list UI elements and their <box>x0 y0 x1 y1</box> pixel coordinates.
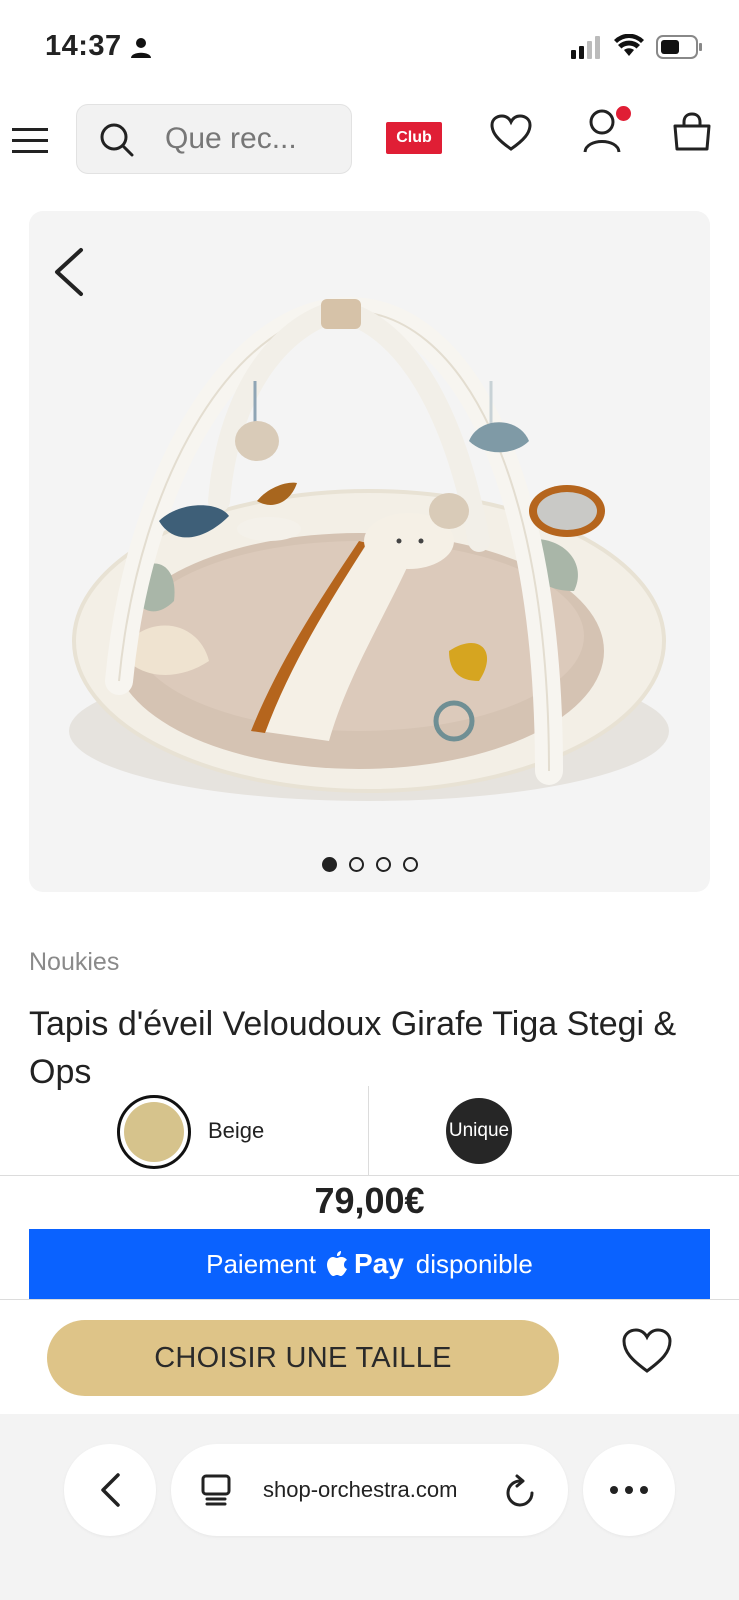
product-image <box>69 296 669 801</box>
site-header: Club <box>0 100 739 180</box>
gallery-dot[interactable] <box>375 857 391 872</box>
divider <box>0 1175 739 1176</box>
signal-icon <box>571 36 600 59</box>
color-swatch-beige[interactable] <box>117 1095 191 1169</box>
product-brand[interactable]: Noukies <box>29 948 119 977</box>
apple-pay-banner: Paiement Pay disponible <box>29 1229 710 1299</box>
browser-address-bar[interactable]: shop-orchestra.com <box>171 1444 568 1536</box>
product-image-gallery[interactable] <box>29 211 710 892</box>
status-bar: 14:37 <box>0 0 739 90</box>
reload-icon[interactable] <box>505 1474 537 1508</box>
tabs-icon <box>201 1474 231 1506</box>
product-title: Tapis d'éveil Veloudoux Girafe Tiga Steg… <box>29 1005 677 1091</box>
chevron-left-icon[interactable] <box>51 247 85 297</box>
hamburger-menu-icon[interactable] <box>12 126 48 156</box>
apple-pay-word: Pay <box>353 1248 404 1279</box>
search-icon <box>100 123 134 157</box>
apple-pay-prefix: Paiement <box>206 1248 316 1279</box>
club-badge[interactable]: Club <box>386 122 442 154</box>
apple-logo-icon <box>326 1251 347 1276</box>
search-bar[interactable] <box>76 104 352 174</box>
gallery-dot[interactable] <box>321 857 337 872</box>
battery-icon <box>656 35 702 59</box>
color-label: Beige <box>208 1118 265 1143</box>
choose-size-button[interactable]: CHOISIR UNE TAILLE <box>47 1320 559 1396</box>
browser-back-button[interactable] <box>64 1444 156 1536</box>
gallery-dot[interactable] <box>402 857 418 872</box>
size-option-unique[interactable]: Unique <box>446 1098 512 1164</box>
browser-url: shop-orchestra.com <box>263 1477 458 1502</box>
more-horizontal-icon <box>610 1486 648 1494</box>
gallery-pagination <box>29 857 710 872</box>
browser-more-button[interactable] <box>583 1444 675 1536</box>
gallery-dot[interactable] <box>348 857 364 872</box>
chevron-left-icon <box>101 1473 120 1507</box>
divider <box>0 1299 739 1300</box>
heart-icon[interactable] <box>490 114 532 152</box>
variant-divider <box>368 1086 369 1176</box>
search-input[interactable] <box>165 119 335 159</box>
variant-selector: Beige Unique <box>0 1086 739 1176</box>
add-to-wishlist-heart-icon[interactable] <box>622 1328 672 1374</box>
apple-pay-suffix: disponible <box>415 1248 533 1279</box>
color-swatch-fill <box>124 1102 184 1162</box>
browser-toolbar: shop-orchestra.com <box>0 1414 739 1600</box>
wifi-icon <box>614 34 644 56</box>
shopping-bag-icon[interactable] <box>672 112 712 152</box>
status-time: 14:37 <box>45 30 122 62</box>
person-icon <box>131 38 151 58</box>
product-price: 79,00€ <box>314 1180 425 1221</box>
notification-dot <box>616 106 631 121</box>
